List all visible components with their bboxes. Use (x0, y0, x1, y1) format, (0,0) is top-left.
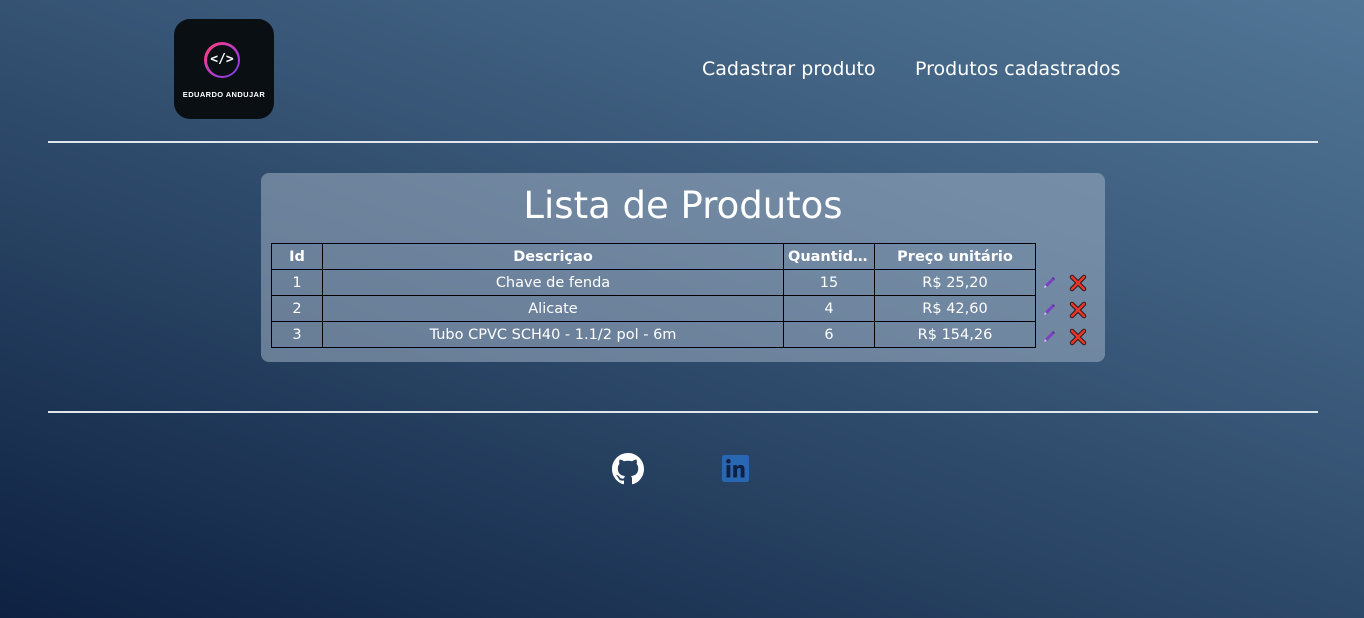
column-header-quantidade: Quantida... (783, 243, 875, 270)
cell-preco: R$ 154,26 (874, 321, 1036, 348)
row-actions (1039, 324, 1099, 350)
pencil-icon[interactable] (1041, 329, 1057, 345)
cell-quantidade: 6 (783, 321, 875, 348)
pencil-icon[interactable] (1041, 275, 1057, 291)
footer-divider (48, 411, 1318, 413)
cell-preco: R$ 42,60 (874, 295, 1036, 322)
code-icon: </> (210, 52, 234, 67)
nav-produtos-cadastrados[interactable]: Produtos cadastrados (915, 58, 1120, 80)
cell-id: 1 (271, 269, 323, 296)
logo-text: EDUARDO ANDUJAR (182, 90, 266, 99)
column-header-id: Id (271, 243, 323, 270)
table-row: 3 Tubo CPVC SCH40 - 1.1/2 pol - 6m 6 R$ … (271, 321, 1036, 348)
github-icon[interactable] (612, 453, 644, 485)
cell-quantidade: 4 (783, 295, 875, 322)
logo-circle: </> (204, 42, 240, 78)
site-header: </> EDUARDO ANDUJAR Cadastrar produto Pr… (0, 0, 1364, 142)
cell-id: 2 (271, 295, 323, 322)
cell-descricao: Alicate (322, 295, 784, 322)
linkedin-icon[interactable] (722, 455, 749, 482)
table-row: 2 Alicate 4 R$ 42,60 (271, 295, 1036, 322)
column-header-descricao: Descriçao (322, 243, 784, 270)
cell-id: 3 (271, 321, 323, 348)
cell-quantidade: 15 (783, 269, 875, 296)
delete-icon[interactable] (1069, 301, 1087, 319)
products-table: Id Descriçao Quantida... Preço unitário … (271, 243, 1036, 348)
nav-cadastrar-produto[interactable]: Cadastrar produto (702, 58, 876, 80)
logo[interactable]: </> EDUARDO ANDUJAR (174, 19, 274, 119)
header-divider (48, 141, 1318, 143)
row-actions (1039, 270, 1099, 296)
cell-preco: R$ 25,20 (874, 269, 1036, 296)
products-card: Lista de Produtos Id Descriçao Quantida.… (261, 173, 1105, 362)
column-header-preco: Preço unitário (874, 243, 1036, 270)
pencil-icon[interactable] (1041, 302, 1057, 318)
delete-icon[interactable] (1069, 328, 1087, 346)
row-actions (1039, 297, 1099, 323)
cell-descricao: Chave de fenda (322, 269, 784, 296)
cell-descricao: Tubo CPVC SCH40 - 1.1/2 pol - 6m (322, 321, 784, 348)
page-title: Lista de Produtos (523, 184, 843, 227)
delete-icon[interactable] (1069, 274, 1087, 292)
table-row: 1 Chave de fenda 15 R$ 25,20 (271, 269, 1036, 296)
table-header-row: Id Descriçao Quantida... Preço unitário (271, 243, 1036, 270)
